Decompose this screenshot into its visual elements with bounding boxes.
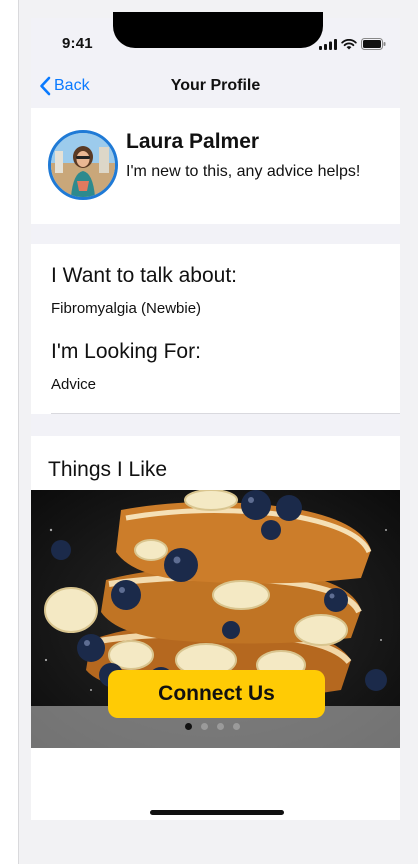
avatar[interactable] bbox=[48, 130, 118, 200]
talk-about-value: Fibromyalgia (Newbie) bbox=[51, 300, 202, 317]
looking-for-value: Advice bbox=[51, 376, 97, 393]
phone-screen: 9:41 Back Your Profile Laura Palmer I'm … bbox=[31, 12, 400, 820]
carousel-pagination[interactable] bbox=[185, 723, 240, 730]
profile-card: Laura Palmer I'm new to this, any advice… bbox=[31, 108, 400, 224]
carousel-dot[interactable] bbox=[201, 723, 208, 730]
connect-button[interactable]: Connect Us bbox=[108, 670, 325, 718]
avatar-photo bbox=[51, 133, 115, 197]
profile-name: Laura Palmer bbox=[126, 130, 260, 153]
battery-icon bbox=[361, 38, 386, 50]
status-time: 9:41 bbox=[62, 35, 93, 52]
status-bar: 9:41 bbox=[31, 12, 400, 62]
profile-bio: I'm new to this, any advice helps! bbox=[126, 163, 361, 180]
home-indicator[interactable] bbox=[150, 810, 284, 815]
things-i-like-card: Things I Like Connect Us bbox=[31, 436, 400, 820]
looking-for-heading: I'm Looking For: bbox=[51, 340, 201, 363]
navigation-bar: Back Your Profile bbox=[31, 68, 400, 104]
wifi-icon bbox=[341, 38, 357, 49]
cellular-signal-icon bbox=[319, 38, 337, 50]
device-notch bbox=[113, 12, 323, 48]
carousel-dot[interactable] bbox=[233, 723, 240, 730]
things-i-like-heading: Things I Like bbox=[48, 458, 168, 481]
page-title: Your Profile bbox=[170, 77, 261, 94]
carousel-dot[interactable] bbox=[217, 723, 224, 730]
divider bbox=[51, 413, 400, 414]
carousel-dot[interactable] bbox=[185, 723, 192, 730]
interests-card: I Want to talk about: Fibromyalgia (Newb… bbox=[31, 244, 400, 414]
talk-about-heading: I Want to talk about: bbox=[51, 264, 237, 287]
status-icons bbox=[319, 38, 386, 50]
